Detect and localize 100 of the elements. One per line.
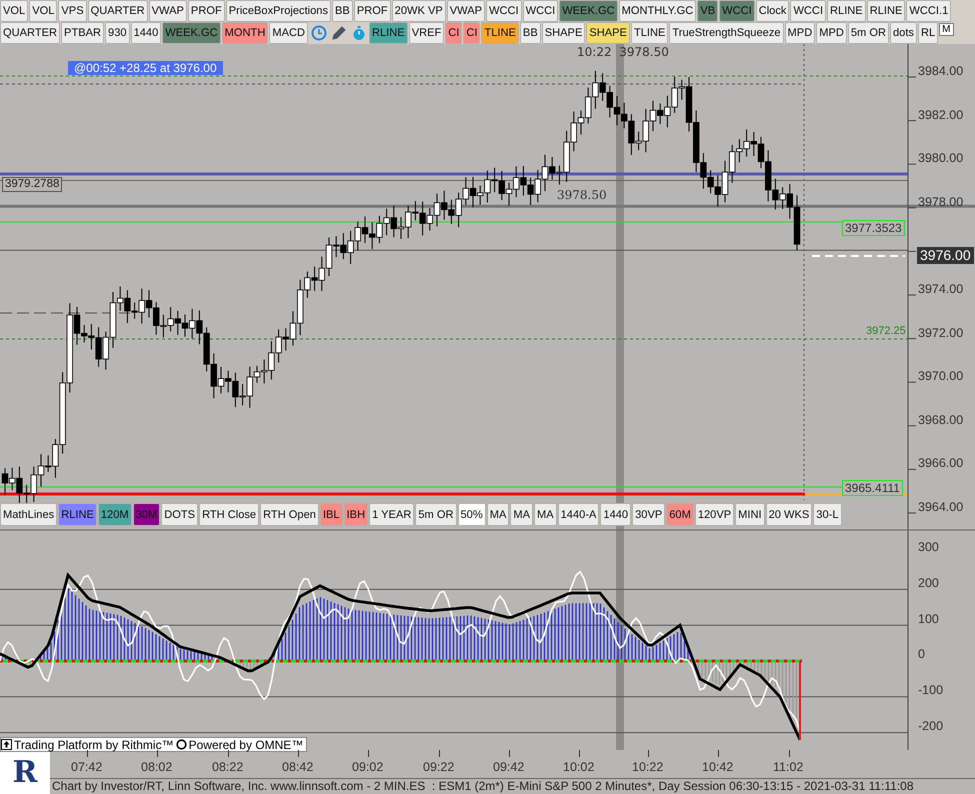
chart-button[interactable]: MA: [486, 503, 510, 526]
toolbar-button[interactable]: CI: [445, 22, 462, 44]
toolbar-button[interactable]: SHAPE: [542, 22, 586, 44]
clock-icon[interactable]: [311, 25, 327, 41]
toolbar-button[interactable]: WCCI: [522, 0, 558, 22]
toolbar-button[interactable]: RL: [918, 22, 938, 44]
price-level-label: 3972.25: [866, 325, 906, 337]
price-axis-label: 3972.00: [918, 326, 964, 340]
rithmic-label: Trading Platform by Rithmic™: [14, 738, 174, 752]
current-price-tag: 3976.00: [917, 247, 974, 264]
time-axis-label: 11:02: [773, 760, 804, 774]
chart-button[interactable]: MINI: [735, 503, 765, 526]
toolbar-button[interactable]: Clock: [756, 0, 790, 22]
chart-button[interactable]: 50%: [458, 503, 486, 526]
corner-badge[interactable]: M: [939, 23, 954, 36]
toolbar-button[interactable]: VWAP: [446, 0, 486, 22]
toolbar-button[interactable]: VB: [697, 0, 718, 22]
toolbar-button[interactable]: WEEK.GC: [559, 0, 618, 22]
price-axis-label: 3980.00: [918, 151, 964, 166]
arrow-icon: [1, 739, 12, 750]
chart-button[interactable]: RLINE: [58, 503, 97, 526]
toolbar-button[interactable]: 20WK VP: [392, 0, 446, 22]
toolbar-button[interactable]: QUARTER: [0, 22, 60, 44]
chart-button[interactable]: 30VP: [632, 503, 666, 526]
chart-button[interactable]: MathLines: [0, 503, 58, 526]
ring-icon: [176, 739, 187, 750]
toolbar-button[interactable]: 5m OR: [848, 22, 889, 44]
toolbar-button[interactable]: CI: [463, 22, 480, 44]
toolbar-button[interactable]: VOL: [0, 0, 28, 22]
time-axis-label: 10:42: [702, 760, 734, 774]
status-text: Chart by Investor/RT, Linn Software, Inc. www.linnsoft.com - 2 MIN.ES : ESM1 (2m*) E-Mini S&P 500 2 Minutes*, Day Session 06:30-13:15 - 2021-03-31 11:11:08: [51, 779, 915, 794]
toolbar-button[interactable]: SHAPE: [586, 22, 630, 44]
time-axis-label: 08:22: [212, 760, 244, 774]
chart-button[interactable]: IBH: [344, 503, 368, 526]
toolbar-button[interactable]: MPD: [784, 22, 816, 44]
price-level-label: 3978.50: [557, 188, 607, 202]
toolbar-button[interactable]: PriceBoxProjections: [226, 0, 332, 22]
toolbar-button[interactable]: VREF: [408, 22, 444, 44]
chart-button[interactable]: 5m OR: [415, 503, 456, 526]
toolbar-button[interactable]: WCCI: [719, 0, 755, 22]
time-axis-label: 10:02: [563, 760, 594, 774]
indicator-axis-label: 0: [918, 647, 925, 662]
chart-button[interactable]: IBL: [320, 503, 343, 526]
toolbar-button[interactable]: WCCI: [486, 0, 522, 22]
toolbar-button[interactable]: 1440: [130, 22, 162, 44]
omne-label: Powered by OMNE™: [188, 738, 304, 752]
toolbar-button[interactable]: QUARTER: [88, 0, 148, 22]
time-axis-label: 07:42: [71, 760, 102, 774]
toolbar-button[interactable]: PTBAR: [61, 22, 104, 44]
chart-button[interactable]: MA: [510, 503, 533, 526]
toolbar-button[interactable]: TLINE: [630, 22, 668, 44]
indicator-axis-label: 200: [918, 576, 939, 590]
price-axis-label: 3964.00: [918, 500, 964, 514]
indicator-axis-label: 300: [918, 540, 939, 554]
toolbar-button[interactable]: WCCI.1: [906, 0, 952, 22]
chart-button[interactable]: 1440: [600, 503, 632, 526]
toolbar-button[interactable]: TLINE: [481, 22, 519, 44]
price-axis-label: 3970.00: [918, 369, 964, 384]
toolbar-button[interactable]: RLINE: [866, 0, 906, 22]
chart-button[interactable]: 120M: [98, 503, 132, 526]
indicator-axis-label: -100: [918, 683, 944, 698]
toolbar-button[interactable]: RLINE: [827, 0, 866, 22]
toolbar-button[interactable]: WCCI: [790, 0, 826, 22]
chart-button[interactable]: 120VP: [694, 503, 734, 526]
toolbar-button[interactable]: RLINE: [369, 22, 408, 44]
toolbar-button[interactable]: BB: [332, 0, 353, 22]
chart-button[interactable]: MA: [534, 503, 557, 526]
chart-button[interactable]: 1 YEAR: [369, 503, 414, 526]
chart-button[interactable]: 1440-A: [558, 503, 600, 526]
toolbar-button[interactable]: VPS: [58, 0, 87, 22]
chart-button[interactable]: RTH Open: [260, 503, 319, 526]
toolbar-button[interactable]: MACD: [269, 22, 308, 44]
price-axis-label: 3968.00: [918, 412, 964, 427]
toolbar-button[interactable]: BB: [520, 22, 541, 44]
toolbar-button[interactable]: 930: [105, 22, 130, 44]
time-axis-label: 09:22: [423, 760, 454, 774]
toolbar-button[interactable]: dots: [890, 22, 917, 44]
time-axis-label: 08:02: [141, 760, 172, 774]
toolbar-button[interactable]: PROF: [354, 0, 391, 22]
pencil-icon[interactable]: [331, 25, 347, 41]
chart-button[interactable]: RTH Close: [199, 503, 260, 526]
time-axis-label: 09:42: [493, 760, 524, 774]
toolbar-button[interactable]: WEEK.GC: [162, 22, 221, 44]
toolbar-button[interactable]: MONTHLY.GC: [618, 0, 696, 22]
toolbar-button[interactable]: MONTH: [222, 22, 268, 44]
logo-icon: R: [0, 750, 50, 794]
crosshair-label: 10:22 3978.50: [577, 45, 669, 59]
toolbar-button[interactable]: MPD: [816, 22, 847, 44]
toolbar-button[interactable]: VOL: [29, 0, 58, 22]
toolbar-button[interactable]: VWAP: [148, 0, 187, 22]
indicator-axis-label: 100: [918, 612, 939, 626]
chart-button[interactable]: DOTS: [161, 503, 198, 526]
toolbar-button[interactable]: TrueStrengthSqueeze: [669, 22, 784, 44]
chart-button[interactable]: 20 WKS: [766, 503, 812, 526]
toolbar-button[interactable]: PROF: [188, 0, 225, 22]
time-axis-label: 10:22: [632, 760, 664, 774]
price-axis-label: 3978.00: [918, 194, 964, 209]
price-axis-label: 3974.00: [918, 282, 964, 296]
chart-button[interactable]: 60M: [666, 503, 694, 526]
chart-button[interactable]: 30-L: [813, 503, 842, 526]
